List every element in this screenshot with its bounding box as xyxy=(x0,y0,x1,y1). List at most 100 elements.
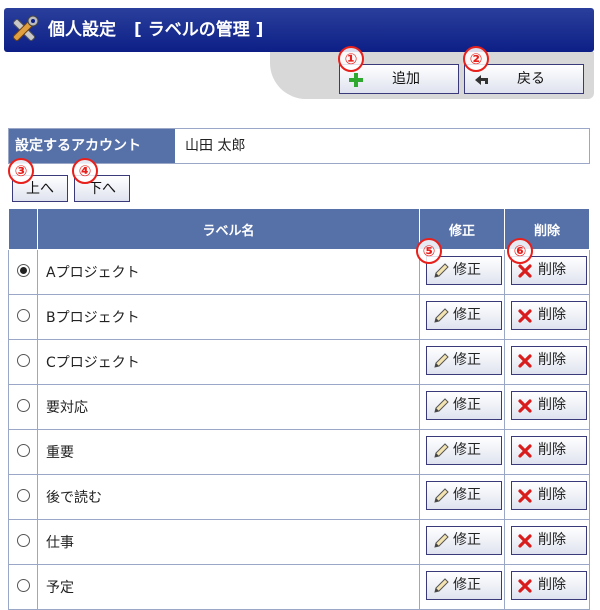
edit-button-label: 修正 xyxy=(453,352,481,368)
annotation-5: ⑤ xyxy=(416,238,442,264)
delete-x-icon xyxy=(518,309,532,323)
edit-button[interactable]: 修正 xyxy=(426,391,502,420)
row-radio[interactable] xyxy=(16,308,30,322)
edit-button-label: 修正 xyxy=(453,487,481,503)
edit-cell: 修正 xyxy=(419,294,505,340)
edit-button[interactable]: 修正 xyxy=(426,301,502,330)
delete-button[interactable]: 削除 xyxy=(511,481,587,510)
row-radio[interactable] xyxy=(16,443,30,457)
annotation-1: ① xyxy=(338,46,364,72)
edit-cell: 修正 xyxy=(419,429,505,475)
edit-button-label: 修正 xyxy=(453,532,481,548)
row-radio[interactable] xyxy=(16,488,30,502)
delete-button-label: 削除 xyxy=(538,352,566,368)
delete-button[interactable]: 削除 xyxy=(511,301,587,330)
annotation-6: ⑥ xyxy=(507,238,533,264)
row-select-cell xyxy=(8,564,38,610)
label-name: 要対応 xyxy=(37,384,420,430)
delete-x-icon xyxy=(518,579,532,593)
delete-cell: 削除 xyxy=(504,294,590,340)
edit-button-label: 修正 xyxy=(453,262,481,278)
tools-icon xyxy=(13,15,39,41)
account-label: 設定するアカウント xyxy=(9,129,175,163)
label-name: 仕事 xyxy=(37,519,420,565)
annotation-2: ② xyxy=(463,46,489,72)
row-select-cell xyxy=(8,294,38,340)
delete-x-icon xyxy=(518,399,532,413)
delete-button[interactable]: 削除 xyxy=(511,391,587,420)
edit-button-label: 修正 xyxy=(453,397,481,413)
edit-button[interactable]: 修正 xyxy=(426,526,502,555)
edit-cell: 修正 xyxy=(419,384,505,430)
label-name: Aプロジェクト xyxy=(37,249,420,295)
page-title-main: 個人設定 xyxy=(48,20,116,40)
delete-button[interactable]: 削除 xyxy=(511,571,587,600)
edit-button-label: 修正 xyxy=(453,442,481,458)
edit-button[interactable]: 修正 xyxy=(426,436,502,465)
delete-button-label: 削除 xyxy=(538,487,566,503)
delete-button-label: 削除 xyxy=(538,262,566,278)
row-radio[interactable] xyxy=(16,398,30,412)
account-row: 設定するアカウント 山田 太郎 xyxy=(8,128,590,164)
edit-button[interactable]: 修正 xyxy=(426,481,502,510)
edit-button-label: 修正 xyxy=(453,577,481,593)
table-row: 後で読む 修正 削除 xyxy=(8,474,590,520)
delete-x-icon xyxy=(518,444,532,458)
select-column-header xyxy=(8,208,38,250)
delete-button[interactable]: 削除 xyxy=(511,346,587,375)
row-select-cell xyxy=(8,384,38,430)
delete-x-icon xyxy=(518,534,532,548)
row-radio[interactable] xyxy=(16,533,30,547)
edit-button-label: 修正 xyxy=(453,307,481,323)
delete-x-icon xyxy=(518,354,532,368)
delete-cell: 削除 xyxy=(504,564,590,610)
label-table: ラベル名 修正 削除 Aプロジェクト 修正 削除 Bプロジェクト 修正 削除 Cプロジェクト… xyxy=(8,208,590,610)
pencil-icon xyxy=(434,353,449,368)
edit-button[interactable]: 修正 xyxy=(426,346,502,375)
delete-button[interactable]: 削除 xyxy=(511,526,587,555)
delete-cell: 削除 xyxy=(504,519,590,565)
pencil-icon xyxy=(434,488,449,503)
pencil-icon xyxy=(434,443,449,458)
row-radio[interactable] xyxy=(16,263,30,277)
delete-button-label: 削除 xyxy=(538,577,566,593)
delete-button-label: 削除 xyxy=(538,397,566,413)
edit-cell: 修正 xyxy=(419,474,505,520)
edit-cell: 修正 xyxy=(419,564,505,610)
label-name: 予定 xyxy=(37,564,420,610)
label-name-column-header: ラベル名 xyxy=(37,208,420,250)
row-select-cell xyxy=(8,474,38,520)
pencil-icon xyxy=(434,308,449,323)
table-row: 予定 修正 削除 xyxy=(8,564,590,610)
table-row: Aプロジェクト 修正 削除 xyxy=(8,249,590,295)
edit-button[interactable]: 修正 xyxy=(426,571,502,600)
label-name: Bプロジェクト xyxy=(37,294,420,340)
row-radio[interactable] xyxy=(16,353,30,367)
pencil-icon xyxy=(434,398,449,413)
table-row: 要対応 修正 削除 xyxy=(8,384,590,430)
delete-cell: 削除 xyxy=(504,339,590,385)
page-header: 個人設定 [ ラベルの管理 ] xyxy=(4,8,594,52)
row-radio[interactable] xyxy=(16,578,30,592)
table-row: Bプロジェクト 修正 削除 xyxy=(8,294,590,340)
annotation-4: ④ xyxy=(72,158,98,184)
annotation-3: ③ xyxy=(8,158,34,184)
edit-cell: 修正 xyxy=(419,519,505,565)
row-select-cell xyxy=(8,429,38,475)
table-header-row: ラベル名 修正 削除 xyxy=(8,208,590,250)
account-value: 山田 太郎 xyxy=(185,138,246,154)
delete-button-label: 削除 xyxy=(538,307,566,323)
row-select-cell xyxy=(8,249,38,295)
delete-cell: 削除 xyxy=(504,384,590,430)
table-row: 仕事 修正 削除 xyxy=(8,519,590,565)
pencil-icon xyxy=(434,263,449,278)
pencil-icon xyxy=(434,578,449,593)
delete-x-icon xyxy=(518,264,532,278)
table-row: 重要 修正 削除 xyxy=(8,429,590,475)
page-title: 個人設定 [ ラベルの管理 ] xyxy=(48,8,263,52)
edit-cell: 修正 xyxy=(419,339,505,385)
row-select-cell xyxy=(8,519,38,565)
page-title-sub: [ ラベルの管理 ] xyxy=(134,20,264,40)
pencil-icon xyxy=(434,533,449,548)
delete-button[interactable]: 削除 xyxy=(511,436,587,465)
